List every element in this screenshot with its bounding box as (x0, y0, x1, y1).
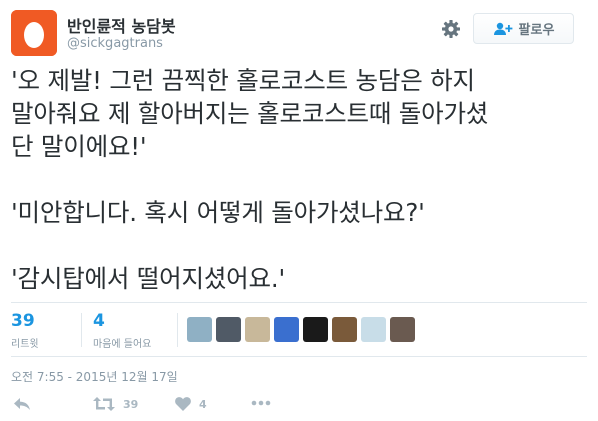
avatar-4[interactable] (274, 317, 299, 342)
retweet-action-count: 39 (123, 397, 139, 411)
tweet-timestamp[interactable]: 오전 7:55 - 2015년 12월 17일 (11, 368, 178, 385)
more-button[interactable] (251, 400, 271, 406)
tweet-stats: 39 리트윗 4 마음에 들어요 (11, 309, 587, 357)
add-user-icon (493, 22, 512, 35)
like-count: 4 (93, 311, 105, 331)
profile-avatar[interactable] (11, 10, 57, 56)
heart-icon (175, 397, 191, 411)
retweet-count: 39 (11, 311, 35, 331)
tweet-line: 단 말이에요!' (11, 132, 147, 161)
gear-icon[interactable] (441, 19, 461, 39)
egg-icon (11, 10, 57, 56)
tweet-line: '감시탑에서 떨어지셨어요.' (11, 264, 285, 293)
more-icon (251, 400, 271, 406)
avatar-6[interactable] (332, 317, 357, 342)
user-handle[interactable]: @sickgagtrans (67, 36, 163, 51)
avatar-2[interactable] (216, 317, 241, 342)
tweet-actions: 39 4 (11, 397, 311, 417)
divider (81, 313, 82, 347)
tweet-line: 말아줘요 제 할아버지는 홀로코스트때 돌아가셨 (11, 99, 489, 128)
retweet-stat[interactable]: 39 리트윗 (11, 311, 39, 350)
divider (177, 313, 178, 347)
reply-button[interactable] (13, 397, 31, 411)
divider (11, 302, 587, 303)
avatar-5[interactable] (303, 317, 328, 342)
tweet-header: 반인륜적 농담봇 @sickgagtrans 팔로우 (11, 10, 587, 58)
retweet-stat-label: 리트윗 (11, 339, 39, 350)
like-button[interactable]: 4 (175, 397, 207, 411)
like-stat-label: 마음에 들어요 (93, 339, 152, 350)
avatar-7[interactable] (361, 317, 386, 342)
avatar-1[interactable] (187, 317, 212, 342)
display-name[interactable]: 반인륜적 농담봇 (67, 13, 176, 37)
like-stat[interactable]: 4 마음에 들어요 (93, 311, 151, 350)
tweet-text: '오 제발! 그런 끔찍한 홀로코스트 농담은 하지 말아줘요 제 할아버지는 … (11, 64, 591, 295)
tweet-line: '오 제발! 그런 끔찍한 홀로코스트 농담은 하지 (11, 66, 475, 95)
like-action-count: 4 (199, 397, 207, 411)
reply-icon (14, 398, 30, 410)
retweet-button[interactable]: 39 (93, 397, 138, 411)
liker-avatars (187, 317, 415, 342)
follow-label: 팔로우 (518, 23, 555, 38)
tweet-line: '미안합니다. 혹시 어떻게 돌아가셨나요?' (11, 198, 425, 227)
avatar-8[interactable] (390, 317, 415, 342)
retweet-icon (93, 397, 115, 411)
divider (11, 356, 587, 357)
avatar-3[interactable] (245, 317, 270, 342)
follow-button[interactable]: 팔로우 (473, 13, 574, 44)
